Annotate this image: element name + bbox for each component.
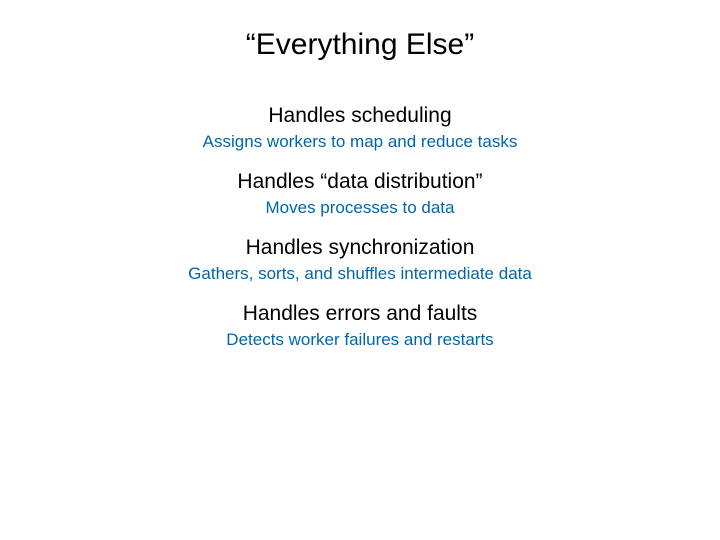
section: Handles errors and faults Detects worker… <box>0 302 720 350</box>
section-detail: Moves processes to data <box>0 198 720 218</box>
section-detail: Gathers, sorts, and shuffles intermediat… <box>0 264 720 284</box>
section: Handles synchronization Gathers, sorts, … <box>0 236 720 284</box>
section-heading: Handles errors and faults <box>0 302 720 326</box>
section-detail: Detects worker failures and restarts <box>0 330 720 350</box>
section: Handles “data distribution” Moves proces… <box>0 170 720 218</box>
slide: “Everything Else” Handles scheduling Ass… <box>0 0 720 540</box>
section-detail: Assigns workers to map and reduce tasks <box>0 132 720 152</box>
slide-title: “Everything Else” <box>0 28 720 62</box>
section-heading: Handles “data distribution” <box>0 170 720 194</box>
section-heading: Handles synchronization <box>0 236 720 260</box>
section: Handles scheduling Assigns workers to ma… <box>0 104 720 152</box>
section-heading: Handles scheduling <box>0 104 720 128</box>
